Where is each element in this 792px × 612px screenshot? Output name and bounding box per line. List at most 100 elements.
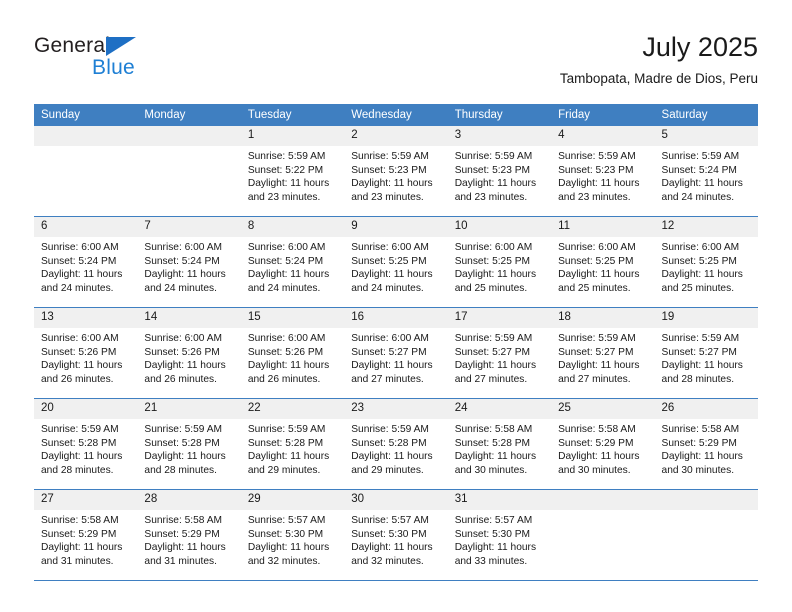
day-sun-info: Sunrise: 5:57 AM Sunset: 5:30 PM Daylight:… [448,510,551,568]
calendar-day-cell[interactable]: 15 Sunrise: 6:00 AM Sunset: 5:26 PM Dayligh… [240,307,345,399]
calendar-day-cell[interactable]: 22 Sunrise: 5:59 AM Sunset: 5:28 PM Dayligh… [240,398,345,490]
calendar-page: General Blue July 2025 Tambopata, Madre … [0,0,792,612]
daylight-text-line1: Daylight: 11 hours [41,360,123,372]
calendar-day-cell[interactable]: 4 Sunrise: 5:59 AM Sunset: 5:23 PM Daylight… [551,126,655,217]
calendar-day-cell[interactable]: 21 Sunrise: 5:59 AM Sunset: 5:28 PM Dayligh… [137,398,241,490]
calendar-week-row: 13 Sunrise: 6:00 AM Sunset: 5:26 PM Dayligh… [34,307,758,399]
day-sun-info: Sunrise: 5:59 AM Sunset: 5:23 PM Daylight:… [344,146,447,204]
calendar-day-cell[interactable]: 14 Sunrise: 6:00 AM Sunset: 5:26 PM Dayligh… [137,307,241,399]
sunset-text: Sunset: 5:22 PM [247,164,324,176]
calendar-day-cell-empty [34,126,138,217]
daylight-text-line2: and 26 minutes. [144,373,217,385]
daylight-text-line1: Daylight: 11 hours [41,269,123,281]
calendar-day-cell[interactable]: 23 Sunrise: 5:59 AM Sunset: 5:28 PM Dayligh… [344,398,448,490]
daylight-text-line1: Daylight: 11 hours [558,451,640,463]
weekday-header-saturday: Saturday [654,104,758,126]
day-number: 26 [654,399,758,419]
daylight-text-line2: and 31 minutes. [41,555,114,567]
calendar-day-cell[interactable]: 9 Sunrise: 6:00 AM Sunset: 5:25 PM Daylight… [344,216,448,308]
calendar-day-cell[interactable]: 24 Sunrise: 5:58 AM Sunset: 5:28 PM Dayligh… [447,398,552,490]
day-sun-info: Sunrise: 5:59 AM Sunset: 5:28 PM Daylight:… [241,419,344,477]
calendar-day-cell[interactable]: 6 Sunrise: 6:00 AM Sunset: 5:24 PM Daylight… [34,216,138,308]
calendar-day-cell[interactable]: 3 Sunrise: 5:59 AM Sunset: 5:23 PM Daylight… [447,126,552,217]
sunrise-text: Sunrise: 5:59 AM [247,151,326,162]
sunrise-text: Sunrise: 6:00 AM [351,333,429,344]
calendar-day-cell[interactable]: 19 Sunrise: 5:59 AM Sunset: 5:27 PM Dayligh… [654,307,758,399]
day-number: 10 [447,217,552,237]
daylight-text-line1: Daylight: 11 hours [454,269,537,281]
calendar-day-cell[interactable]: 29 Sunrise: 5:57 AM Sunset: 5:30 PM Dayligh… [240,489,345,581]
calendar-day-cell[interactable]: 27 Sunrise: 5:58 AM Sunset: 5:29 PM Dayligh… [34,489,138,581]
day-number: 20 [34,399,138,419]
calendar-day-cell[interactable]: 2 Sunrise: 5:59 AM Sunset: 5:23 PM Daylight… [344,126,448,217]
sunrise-text: Sunrise: 5:59 AM [661,333,740,344]
sunset-text: Sunset: 5:29 PM [144,528,220,540]
sunset-text: Sunset: 5:27 PM [454,346,531,358]
calendar-day-cell[interactable]: 18 Sunrise: 5:59 AM Sunset: 5:27 PM Dayligh… [551,307,655,399]
calendar-day-cell[interactable]: 28 Sunrise: 5:58 AM Sunset: 5:29 PM Dayligh… [137,489,241,581]
calendar-day-cell[interactable]: 16 Sunrise: 6:00 AM Sunset: 5:27 PM Dayligh… [344,307,448,399]
weekday-header-tuesday: Tuesday [240,104,345,126]
calendar-week-row: 20 Sunrise: 5:59 AM Sunset: 5:28 PM Dayligh… [34,398,758,490]
calendar-day-cell[interactable]: 1 Sunrise: 5:59 AM Sunset: 5:22 PM Daylight… [240,126,345,217]
calendar-day-cell[interactable]: 25 Sunrise: 5:58 AM Sunset: 5:29 PM Dayligh… [551,398,655,490]
calendar-day-cell[interactable]: 17 Sunrise: 5:59 AM Sunset: 5:27 PM Dayligh… [447,307,552,399]
sunset-text: Sunset: 5:26 PM [247,346,324,358]
sunrise-text: Sunrise: 5:59 AM [454,333,533,344]
calendar-day-cell[interactable]: 31 Sunrise: 5:57 AM Sunset: 5:30 PM Dayligh… [447,489,552,581]
daylight-text-line2: and 23 minutes. [454,191,528,203]
calendar-day-cell[interactable]: 20 Sunrise: 5:59 AM Sunset: 5:28 PM Dayligh… [34,398,138,490]
sunrise-text: Sunrise: 5:57 AM [351,515,429,526]
day-sun-info: Sunrise: 5:58 AM Sunset: 5:29 PM Daylight:… [34,510,137,568]
day-number: 21 [137,399,241,419]
sunrise-text: Sunrise: 5:59 AM [41,424,119,435]
general-blue-logo[interactable]: General Blue [34,34,254,90]
day-sun-info: Sunrise: 6:00 AM Sunset: 5:25 PM Daylight:… [655,237,758,295]
calendar-day-cell[interactable]: 30 Sunrise: 5:57 AM Sunset: 5:30 PM Dayligh… [344,489,448,581]
calendar-week-row: 6 Sunrise: 6:00 AM Sunset: 5:24 PM Daylight… [34,216,758,308]
day-number: 4 [551,126,655,146]
sunset-text: Sunset: 5:27 PM [661,346,737,358]
day-number: 19 [654,308,758,328]
daylight-text-line1: Daylight: 11 hours [454,360,537,372]
daylight-text-line2: and 27 minutes. [558,373,631,385]
calendar-day-cell[interactable]: 8 Sunrise: 6:00 AM Sunset: 5:24 PM Daylight… [240,216,345,308]
daylight-text-line1: Daylight: 11 hours [247,542,330,554]
daylight-text-line2: and 29 minutes. [351,464,424,476]
calendar-day-cell[interactable]: 10 Sunrise: 6:00 AM Sunset: 5:25 PM Dayligh… [447,216,552,308]
day-sun-info: Sunrise: 5:58 AM Sunset: 5:29 PM Daylight:… [551,419,654,477]
day-sun-info: Sunrise: 6:00 AM Sunset: 5:25 PM Daylight:… [344,237,447,295]
sunset-text: Sunset: 5:28 PM [247,437,324,449]
day-sun-info: Sunrise: 6:00 AM Sunset: 5:24 PM Daylight:… [241,237,344,295]
sunset-text: Sunset: 5:24 PM [247,255,324,267]
calendar-day-cell[interactable]: 12 Sunrise: 6:00 AM Sunset: 5:25 PM Dayligh… [654,216,758,308]
sunrise-text: Sunrise: 5:59 AM [351,424,429,435]
calendar-day-cell-empty [654,489,758,581]
daylight-text-line1: Daylight: 11 hours [454,451,537,463]
daylight-text-line1: Daylight: 11 hours [558,360,640,372]
day-number: 9 [344,217,448,237]
calendar-day-cell[interactable]: 5 Sunrise: 5:59 AM Sunset: 5:24 PM Daylight… [654,126,758,217]
calendar-day-cell[interactable]: 26 Sunrise: 5:58 AM Sunset: 5:29 PM Dayligh… [654,398,758,490]
sunset-text: Sunset: 5:24 PM [661,164,737,176]
day-sun-info: Sunrise: 6:00 AM Sunset: 5:27 PM Daylight:… [344,328,447,386]
day-sun-info: Sunrise: 6:00 AM Sunset: 5:25 PM Daylight:… [551,237,654,295]
sunrise-text: Sunrise: 6:00 AM [661,242,740,253]
sunset-text: Sunset: 5:26 PM [41,346,117,358]
calendar-day-cell[interactable]: 11 Sunrise: 6:00 AM Sunset: 5:25 PM Dayligh… [551,216,655,308]
day-number: 30 [344,490,448,510]
sunset-text: Sunset: 5:30 PM [454,528,531,540]
calendar-day-cell[interactable]: 13 Sunrise: 6:00 AM Sunset: 5:26 PM Dayligh… [34,307,138,399]
weekday-header-wednesday: Wednesday [344,104,448,126]
day-number: 22 [240,399,345,419]
day-number: 18 [551,308,655,328]
sunrise-text: Sunrise: 5:59 AM [661,151,740,162]
day-number [137,126,241,146]
daylight-text-line1: Daylight: 11 hours [661,451,743,463]
day-number [654,490,758,510]
page-title: July 2025 [642,32,758,62]
day-number: 25 [551,399,655,419]
logo-text-blue: Blue [92,56,135,79]
day-sun-info: Sunrise: 5:59 AM Sunset: 5:28 PM Daylight:… [344,419,447,477]
calendar-day-cell[interactable]: 7 Sunrise: 6:00 AM Sunset: 5:24 PM Daylight… [137,216,241,308]
